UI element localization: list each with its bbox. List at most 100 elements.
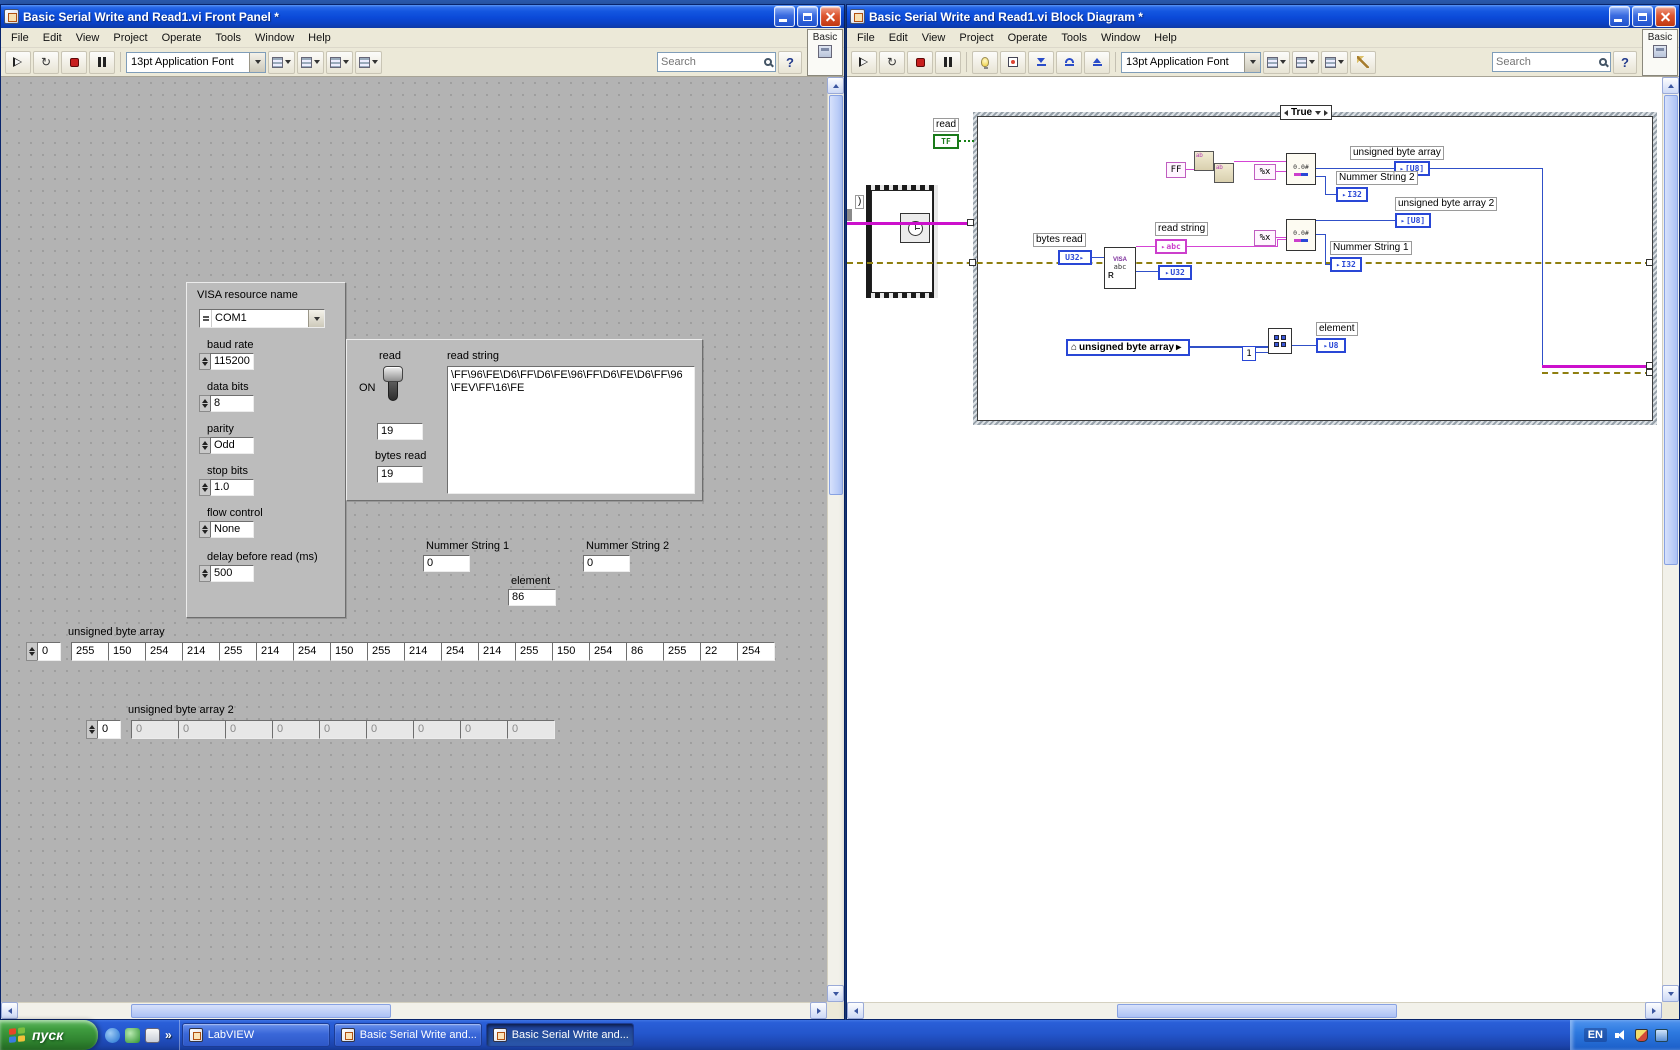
bytes-read-label[interactable]: bytes read	[1033, 233, 1086, 247]
byte-array-index-control[interactable]: 0	[26, 642, 61, 661]
parity-control[interactable]: Odd	[199, 437, 254, 454]
string-wire[interactable]	[1186, 169, 1194, 170]
string-function-icon[interactable]: ab	[1214, 163, 1234, 183]
visa-read-node[interactable]: VISA abc R	[1104, 247, 1136, 289]
numeric-wire[interactable]	[1256, 352, 1268, 353]
step-into-button[interactable]	[1028, 50, 1054, 74]
flow-control-spinner[interactable]	[199, 521, 210, 538]
baud-rate-value[interactable]: 115200	[210, 353, 254, 370]
next-case-icon[interactable]	[1324, 109, 1329, 116]
byte-array-index-spinner[interactable]	[26, 642, 37, 661]
parity-value[interactable]: Odd	[210, 437, 254, 454]
pause-button[interactable]	[89, 50, 115, 74]
context-help-button[interactable]: ?	[1613, 50, 1637, 74]
horizontal-scrollbar[interactable]	[1, 1002, 827, 1019]
step-out-button[interactable]	[1084, 50, 1110, 74]
case-selector[interactable]: True	[1280, 105, 1333, 120]
read-tf-terminal[interactable]: TF	[933, 134, 959, 149]
byte-array-2-index-control[interactable]: 0	[86, 720, 121, 739]
index-constant[interactable]: 1	[1242, 346, 1256, 361]
read-toggle-switch[interactable]	[383, 366, 403, 404]
byte-array-2-terminal-label[interactable]: unsigned byte array 2	[1395, 197, 1498, 211]
menu-view[interactable]: View	[69, 29, 107, 47]
string-wire[interactable]	[1542, 365, 1651, 368]
menu-help[interactable]: Help	[1147, 29, 1184, 47]
block-diagram-titlebar[interactable]: Basic Serial Write and Read1.vi Block Di…	[847, 5, 1679, 28]
data-bits-spinner[interactable]	[199, 395, 210, 412]
font-selector[interactable]: 13pt Application Font	[126, 51, 266, 73]
minimize-button[interactable]	[774, 6, 795, 27]
font-dropdown-button[interactable]	[249, 52, 265, 72]
byte-array-2-u8-terminal[interactable]: ▸ [U8]	[1395, 213, 1431, 228]
numeric-wire[interactable]	[1136, 271, 1158, 272]
element-terminal-label[interactable]: element	[1316, 322, 1358, 336]
run-continuous-button[interactable]: ↻	[879, 50, 905, 74]
baud-rate-spinner[interactable]	[199, 353, 210, 370]
string-wire[interactable]	[1234, 161, 1286, 162]
bytes-out-u32-terminal[interactable]: ▸ U32	[1158, 265, 1192, 280]
menu-help[interactable]: Help	[301, 29, 338, 47]
parity-spinner[interactable]	[199, 437, 210, 454]
stop-bits-spinner[interactable]	[199, 479, 210, 496]
font-selector[interactable]: 13pt Application Font	[1121, 51, 1261, 73]
run-button[interactable]	[851, 50, 877, 74]
string-wire[interactable]	[1277, 239, 1286, 240]
front-panel-titlebar[interactable]: Basic Serial Write and Read1.vi Front Pa…	[1, 5, 844, 28]
taskbar-item-labview[interactable]: LabVIEW	[181, 1023, 330, 1047]
previous-case-icon[interactable]	[1284, 109, 1288, 116]
visa-resource-combo[interactable]: COM1	[199, 309, 325, 328]
media-player-icon[interactable]	[125, 1027, 140, 1043]
retain-wire-values-button[interactable]	[1000, 50, 1026, 74]
close-button[interactable]	[820, 6, 841, 27]
menu-project[interactable]: Project	[106, 29, 154, 47]
boolean-wire[interactable]	[959, 140, 974, 142]
wait-ms-node[interactable]	[900, 213, 930, 243]
numeric-wire[interactable]	[1542, 168, 1543, 367]
string-wire[interactable]	[1277, 239, 1278, 247]
run-continuous-button[interactable]: ↻	[33, 50, 59, 74]
vertical-scrollbar-thumb[interactable]	[1664, 95, 1678, 565]
close-button[interactable]	[1655, 6, 1676, 27]
string-wire[interactable]	[1276, 171, 1286, 172]
pause-button[interactable]	[935, 50, 961, 74]
baud-rate-control[interactable]: 115200	[199, 353, 254, 370]
numeric-wire[interactable]	[1092, 257, 1104, 258]
maximize-button[interactable]	[1632, 6, 1653, 27]
scroll-left-button[interactable]	[847, 1002, 864, 1019]
align-objects-button[interactable]	[268, 50, 295, 74]
byte-array-index-value[interactable]: 0	[37, 642, 61, 661]
ff-string-constant[interactable]: FF	[1166, 162, 1186, 178]
reorder-button[interactable]	[355, 50, 382, 74]
delay-spinner[interactable]	[199, 565, 210, 582]
numeric-wire[interactable]	[1430, 168, 1542, 169]
flow-control-control[interactable]: None	[199, 521, 254, 538]
delay-value[interactable]: 500	[210, 565, 254, 582]
step-over-button[interactable]	[1056, 50, 1082, 74]
menu-operate[interactable]: Operate	[1001, 29, 1055, 47]
data-bits-control[interactable]: 8	[199, 395, 254, 412]
scroll-up-button[interactable]	[1662, 77, 1679, 94]
scroll-right-button[interactable]	[810, 1002, 827, 1019]
chevron-down-icon[interactable]	[1315, 110, 1322, 115]
show-desktop-icon[interactable]	[145, 1027, 160, 1043]
distribute-objects-button[interactable]	[1292, 50, 1319, 74]
toolset-selector[interactable]: Basic	[807, 29, 843, 76]
numeric-wire[interactable]	[1325, 176, 1326, 195]
volume-icon[interactable]	[1614, 1028, 1628, 1042]
read-string-terminal[interactable]: ▸ abc	[1155, 239, 1187, 254]
menu-edit[interactable]: Edit	[882, 29, 915, 47]
horizontal-scrollbar-thumb[interactable]	[131, 1004, 391, 1018]
menu-window[interactable]: Window	[248, 29, 301, 47]
front-panel-canvas[interactable]: VISA resource name COM1 baud rate 115200…	[1, 77, 827, 1002]
horizontal-scrollbar-thumb[interactable]	[1117, 1004, 1397, 1018]
scroll-down-button[interactable]	[827, 985, 844, 1002]
horizontal-scrollbar[interactable]	[847, 1002, 1662, 1019]
menu-view[interactable]: View	[915, 29, 953, 47]
scroll-left-button[interactable]	[1, 1002, 18, 1019]
sequence-frame[interactable]	[866, 185, 938, 298]
cleanup-diagram-button[interactable]	[1350, 50, 1376, 74]
security-icon[interactable]	[1635, 1028, 1648, 1042]
vertical-scrollbar[interactable]	[827, 77, 844, 1002]
reorder-button[interactable]	[1321, 50, 1348, 74]
distribute-objects-button[interactable]	[297, 50, 324, 74]
